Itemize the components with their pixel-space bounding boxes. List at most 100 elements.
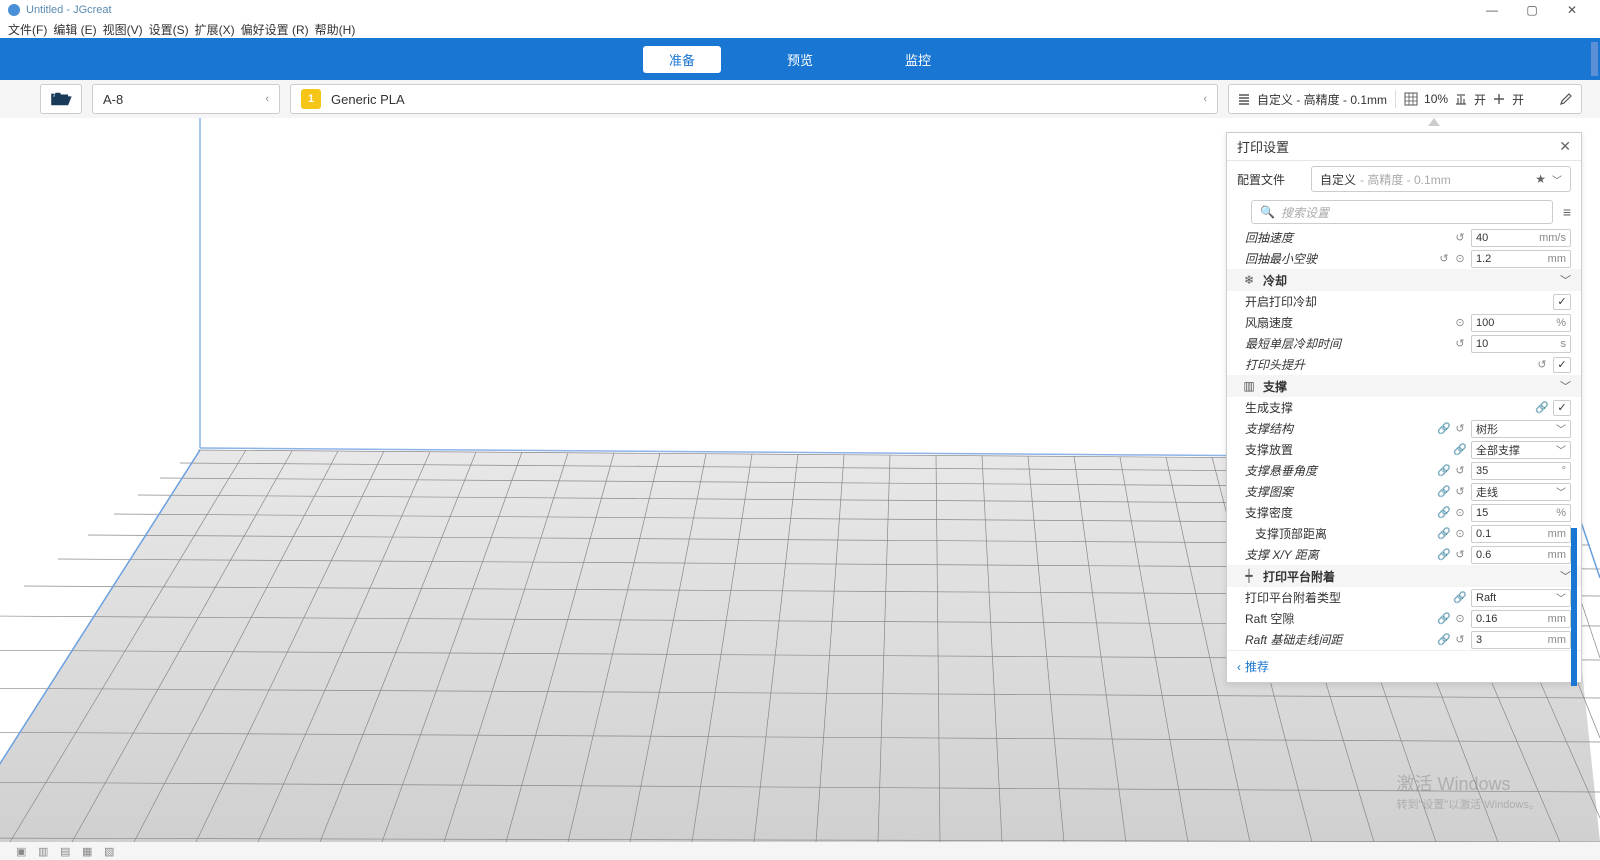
stage-prepare[interactable]: 准备 xyxy=(643,46,721,73)
window-titlebar: Untitled - JGcreat — ▢ ✕ xyxy=(0,0,1600,20)
close-panel-button[interactable]: ✕ xyxy=(1559,138,1571,155)
setting-gen-support: 生成支撑 🔗 ✓ xyxy=(1227,397,1581,418)
setting-min-layer-time: 最短单层冷却时间 ↺ 10s xyxy=(1227,333,1581,354)
settings-list[interactable]: 回抽速度 ↺ 40mm/s 回抽最小空驶 ↺⊙ 1.2mm ❄ 冷却 ﹀ 开启打… xyxy=(1227,227,1581,650)
support-placement-select[interactable]: 全部支撑﹀ xyxy=(1471,441,1571,459)
info-icon[interactable]: ⊙ xyxy=(1453,527,1467,540)
reset-icon[interactable]: ↺ xyxy=(1453,485,1467,498)
link-icon[interactable]: 🔗 xyxy=(1437,633,1451,646)
profile-name: 自定义 xyxy=(1320,171,1356,188)
section-adhesion[interactable]: ┿ 打印平台附着 ﹀ xyxy=(1227,565,1581,587)
menu-extensions[interactable]: 扩展(X) xyxy=(193,21,237,38)
fan-speed-input[interactable]: 100% xyxy=(1471,314,1571,332)
profile-combo[interactable]: 自定义 - 高精度 - 0.1mm ★ ﹀ xyxy=(1311,166,1571,192)
panel-pointer xyxy=(1428,118,1440,126)
material-selector[interactable]: 1 Generic PLA ‹ xyxy=(290,84,1218,114)
maximize-button[interactable]: ▢ xyxy=(1512,1,1552,19)
search-row: 🔍 搜索设置 ≡ xyxy=(1227,197,1581,227)
extruder-badge: 1 xyxy=(301,89,321,109)
stage-bar: 准备 预览 监控 xyxy=(0,38,1600,80)
link-icon[interactable]: 🔗 xyxy=(1437,506,1451,519)
info-icon[interactable]: ⊙ xyxy=(1453,252,1467,265)
menu-preferences[interactable]: 偏好设置 (R) xyxy=(239,21,311,38)
reset-icon[interactable]: ↺ xyxy=(1453,422,1467,435)
layers-icon xyxy=(1237,92,1251,106)
support-pattern-select[interactable]: 走线﹀ xyxy=(1471,483,1571,501)
reset-icon[interactable]: ↺ xyxy=(1453,464,1467,477)
retract-speed-input[interactable]: 40mm/s xyxy=(1471,229,1571,247)
menu-settings[interactable]: 设置(S) xyxy=(147,21,191,38)
panel-footer: ‹推荐 xyxy=(1227,650,1581,682)
printer-selector[interactable]: A-8 ‹ xyxy=(92,84,280,114)
head-lift-checkbox[interactable]: ✓ xyxy=(1553,357,1571,373)
adhesion-section-icon: ┿ xyxy=(1241,569,1257,583)
setting-head-lift: 打印头提升 ↺ ✓ xyxy=(1227,354,1581,375)
adhesion-state: 开 xyxy=(1512,91,1524,108)
chevron-down-icon: ﹀ xyxy=(1560,378,1571,394)
section-support[interactable]: ▥ 支撑 ﹀ xyxy=(1227,375,1581,397)
link-icon[interactable]: 🔗 xyxy=(1437,548,1451,561)
info-icon[interactable]: ⊙ xyxy=(1453,316,1467,329)
setting-support-xy-dist: 支撑 X/Y 距离 🔗↺ 0.6mm xyxy=(1227,544,1581,565)
minimize-button[interactable]: — xyxy=(1472,1,1512,19)
link-icon[interactable]: 🔗 xyxy=(1437,422,1451,435)
recommended-button[interactable]: ‹推荐 xyxy=(1237,658,1269,675)
menu-bar: 文件(F) 编辑 (E) 视图(V) 设置(S) 扩展(X) 偏好设置 (R) … xyxy=(0,20,1600,38)
reset-icon[interactable]: ↺ xyxy=(1453,548,1467,561)
reset-icon[interactable]: ↺ xyxy=(1453,337,1467,350)
setting-support-top-dist: 支撑顶部距离 🔗⊙ 0.1mm xyxy=(1227,523,1581,544)
marketplace-handle[interactable] xyxy=(1591,42,1598,76)
view-top-icon[interactable]: ▤ xyxy=(60,845,72,857)
support-top-dist-input[interactable]: 0.1mm xyxy=(1471,525,1571,543)
profile-sub: - 高精度 - 0.1mm xyxy=(1360,171,1451,188)
enable-cooling-checkbox[interactable]: ✓ xyxy=(1553,294,1571,310)
view-left-icon[interactable]: ▦ xyxy=(82,845,94,857)
reset-icon[interactable]: ↺ xyxy=(1453,633,1467,646)
settings-scrollbar[interactable] xyxy=(1571,528,1577,686)
view-front-icon[interactable]: ▥ xyxy=(38,845,50,857)
link-icon[interactable]: 🔗 xyxy=(1453,591,1467,604)
link-icon[interactable]: 🔗 xyxy=(1437,464,1451,477)
adhesion-type-select[interactable]: Raft﹀ xyxy=(1471,589,1571,607)
support-angle-input[interactable]: 35° xyxy=(1471,462,1571,480)
support-xy-dist-input[interactable]: 0.6mm xyxy=(1471,546,1571,564)
reset-icon[interactable]: ↺ xyxy=(1453,231,1467,244)
link-icon[interactable]: 🔗 xyxy=(1437,612,1451,625)
link-icon[interactable]: 🔗 xyxy=(1437,485,1451,498)
raft-gap-input[interactable]: 0.16mm xyxy=(1471,610,1571,628)
open-file-button[interactable] xyxy=(40,84,82,114)
edit-icon[interactable] xyxy=(1559,92,1573,106)
info-icon[interactable]: ⊙ xyxy=(1453,506,1467,519)
stage-monitor[interactable]: 监控 xyxy=(879,46,957,73)
raft-base-line-gap-input[interactable]: 3mm xyxy=(1471,631,1571,649)
reset-icon[interactable]: ↺ xyxy=(1437,252,1451,265)
reset-icon[interactable]: ↺ xyxy=(1535,358,1549,371)
menu-file[interactable]: 文件(F) xyxy=(6,21,49,38)
stage-preview[interactable]: 预览 xyxy=(761,46,839,73)
view-3d-icon[interactable]: ▣ xyxy=(16,845,28,857)
setting-raft-gap: Raft 空隙 🔗⊙ 0.16mm xyxy=(1227,608,1581,629)
search-placeholder: 搜索设置 xyxy=(1281,204,1329,221)
menu-help[interactable]: 帮助(H) xyxy=(313,21,358,38)
link-icon[interactable]: 🔗 xyxy=(1437,527,1451,540)
link-icon[interactable]: 🔗 xyxy=(1535,401,1549,414)
setting-raft-base-line-gap: Raft 基础走线间距 🔗↺ 3mm xyxy=(1227,629,1581,650)
retract-min-travel-input[interactable]: 1.2mm xyxy=(1471,250,1571,268)
link-icon[interactable]: 🔗 xyxy=(1453,443,1467,456)
close-window-button[interactable]: ✕ xyxy=(1552,1,1592,19)
print-settings-summary[interactable]: 自定义 - 高精度 - 0.1mm 10% 开 开 xyxy=(1228,84,1582,114)
support-structure-select[interactable]: 树形﹀ xyxy=(1471,420,1571,438)
menu-edit[interactable]: 编辑 (E) xyxy=(51,21,98,38)
search-input[interactable]: 🔍 搜索设置 xyxy=(1251,200,1553,224)
view-right-icon[interactable]: ▧ xyxy=(104,845,116,857)
gen-support-checkbox[interactable]: ✓ xyxy=(1553,400,1571,416)
infill-percent: 10% xyxy=(1424,92,1448,106)
min-layer-time-input[interactable]: 10s xyxy=(1471,335,1571,353)
setting-support-density: 支撑密度 🔗⊙ 15% xyxy=(1227,502,1581,523)
folder-open-icon xyxy=(50,91,72,107)
support-density-input[interactable]: 15% xyxy=(1471,504,1571,522)
settings-menu-icon[interactable]: ≡ xyxy=(1563,204,1571,220)
menu-view[interactable]: 视图(V) xyxy=(101,21,145,38)
info-icon[interactable]: ⊙ xyxy=(1453,612,1467,625)
section-cooling[interactable]: ❄ 冷却 ﹀ xyxy=(1227,269,1581,291)
